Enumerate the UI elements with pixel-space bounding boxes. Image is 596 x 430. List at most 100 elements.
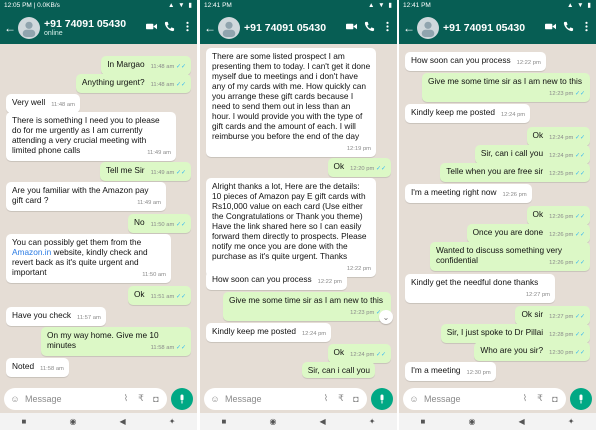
payment-icon[interactable]: ₹ [535,393,545,404]
contact-info[interactable]: +91 74091 05430 [443,22,545,34]
message-bubble[interactable]: On my way home. Give me 10 minutes 11:58 … [41,327,191,356]
message-bubble[interactable]: Very well 11:48 am [6,94,80,113]
message-bubble[interactable]: Telle when you are free sir 12:25 pm ✓✓ [440,163,590,182]
payment-icon[interactable]: ₹ [336,393,346,404]
mic-button[interactable] [371,387,393,410]
chat-screen-2: 12:41 PM ▲ ▼ ▮ ← +91 74091 05430 There a… [200,0,397,430]
message-bubble[interactable]: How soon can you process 12:22 pm [405,52,546,71]
message-bubble[interactable]: Kindly keep me posted 12:24 pm [206,323,332,342]
back-icon[interactable]: ◀ [320,417,326,426]
message-input[interactable]: Message [25,394,116,404]
phone-icon[interactable] [563,21,574,35]
recents-icon[interactable]: ■ [22,417,27,426]
message-bubble[interactable]: How soon can you process 12:22 pm [206,271,347,290]
camera-icon[interactable]: ◘ [151,394,161,404]
accessibility-icon[interactable]: ✦ [568,417,575,426]
message-bubble[interactable]: There are some listed prospect I am pres… [206,48,376,157]
message-bubble[interactable]: Anything urgent? 11:48 am ✓✓ [75,74,191,93]
message-bubble[interactable]: I'm a meeting right now 12:26 pm [405,184,532,203]
message-bubble[interactable]: You can possibly get them from the Amazo… [6,234,171,283]
mic-button[interactable] [570,387,592,410]
attach-icon[interactable]: ⌇ [520,393,530,404]
phone-icon[interactable] [164,21,175,35]
recents-icon[interactable]: ■ [222,417,227,426]
home-icon[interactable]: ◉ [69,417,76,426]
message-bubble[interactable]: Wanted to discuss something very confide… [430,242,590,271]
video-call-icon[interactable] [545,21,556,35]
message-bubble[interactable]: Once you are done 12:26 pm ✓✓ [466,224,590,243]
screenshots-collage: 12:05 PM | 0.0KB/s ▲ ▼ ▮ ← +91 74091 054… [0,0,596,430]
message-bubble[interactable]: Alright thanks a lot, Here are the detai… [206,178,376,277]
message-input[interactable]: Message [225,394,316,404]
message-bubble[interactable]: Give me some time sir as I am new to thi… [223,292,391,321]
mic-icon [579,394,583,403]
message-bubble[interactable]: Ok 12:20 pm ✓✓ [327,158,391,177]
more-vertical-icon[interactable] [382,21,393,35]
message-bubble[interactable]: In Margao 11:48 am ✓✓ [101,56,191,75]
message-bubble[interactable]: I'm a meeting 12:30 pm [405,362,496,381]
message-bubble[interactable]: Sir, can i call you 12:24 pm ✓✓ [474,145,590,164]
android-nav-bar: ■ ◉ ◀ ✦ [200,413,397,430]
chat-screen-3: 12:41 PM ▲ ▼ ▮ ← +91 74091 05430 How soo… [399,0,596,430]
message-bubble[interactable]: Ok 12:24 pm ✓✓ [327,344,391,363]
camera-icon[interactable]: ◘ [550,394,560,404]
home-icon[interactable]: ◉ [269,417,276,426]
video-call-icon[interactable] [346,21,357,35]
message-list[interactable]: How soon can you process 12:22 pm Give me… [399,44,596,384]
message-bubble[interactable]: There is something I need you to please … [6,112,176,161]
chat-header: ← +91 74091 05430 online [0,11,197,44]
avatar[interactable] [218,16,240,39]
message-bubble[interactable]: Sir, can i call you [301,362,375,378]
camera-icon[interactable]: ◘ [351,394,361,404]
back-arrow-icon[interactable]: ← [204,21,216,35]
message-bubble[interactable]: No 11:50 am ✓✓ [127,214,191,233]
contact-info[interactable]: +91 74091 05430 online [44,18,146,37]
emoji-icon[interactable]: ☺ [210,394,220,404]
mic-button[interactable] [171,387,193,410]
more-vertical-icon[interactable] [581,21,592,35]
contact-name: +91 74091 05430 [443,21,526,34]
message-bubble[interactable]: Kindly get the needful done thanks 12:27 … [405,274,555,303]
message-bubble[interactable]: Are you familiar with the Amazon pay gif… [6,182,166,211]
message-bubble[interactable]: Have you check 11:57 am [6,307,106,326]
message-input-bar[interactable]: ☺ Message ⌇ ₹ ◘ [403,387,566,410]
accessibility-icon[interactable]: ✦ [169,417,176,426]
message-input[interactable]: Message [424,394,515,404]
message-input-bar[interactable]: ☺ Message ⌇ ₹ ◘ [204,387,367,410]
more-vertical-icon[interactable] [182,21,193,35]
home-icon[interactable]: ◉ [468,417,475,426]
video-call-icon[interactable] [146,21,157,35]
message-bubble[interactable]: Tell me Sir 11:49 am ✓✓ [99,162,191,181]
message-bubble[interactable]: Sir, I just spoke to Dr Pillai 12:28 pm ✓… [440,324,590,343]
payment-icon[interactable]: ₹ [136,393,146,404]
message-input-bar[interactable]: ☺ Message ⌇ ₹ ◘ [4,387,167,410]
phone-icon[interactable] [364,21,375,35]
message-bubble[interactable]: Noted 11:58 am [6,358,69,377]
message-list[interactable]: · In Margao 11:48 am ✓✓ Anything urgent? 1… [0,44,197,384]
message-list[interactable]: There are some listed prospect I am pres… [200,44,397,384]
contact-name: +91 74091 05430 [244,21,327,34]
avatar[interactable] [18,16,40,39]
message-bubble[interactable]: Who are you sir? 12:30 pm ✓✓ [474,342,590,361]
back-arrow-icon[interactable]: ← [403,21,415,35]
message-bubble[interactable]: Kindly keep me posted 12:24 pm [405,104,531,123]
accessibility-icon[interactable]: ✦ [369,417,376,426]
message-bubble[interactable]: Ok 11:51 am ✓✓ [127,286,191,305]
message-bubble[interactable]: Ok sir 12:27 pm ✓✓ [515,306,590,325]
message-bubble[interactable]: Ok 12:24 pm ✓✓ [526,127,590,146]
emoji-icon[interactable]: ☺ [10,394,20,404]
status-icons: ▲ ▼ ▮ [367,2,393,9]
contact-info[interactable]: +91 74091 05430 [244,22,346,34]
attach-icon[interactable]: ⌇ [121,393,131,404]
back-arrow-icon[interactable]: ← [4,21,16,35]
scroll-down-button[interactable]: ⌄ [379,310,393,324]
amazon-link[interactable]: Amazon.in [12,247,51,257]
message-bubble[interactable]: Ok 12:26 pm ✓✓ [526,206,590,225]
emoji-icon[interactable]: ☺ [409,394,419,404]
avatar[interactable] [417,16,439,39]
back-icon[interactable]: ◀ [519,417,525,426]
back-icon[interactable]: ◀ [120,417,126,426]
message-bubble[interactable]: Give me some time sir as I am new to thi… [422,73,590,102]
recents-icon[interactable]: ■ [421,417,426,426]
attach-icon[interactable]: ⌇ [321,393,331,404]
